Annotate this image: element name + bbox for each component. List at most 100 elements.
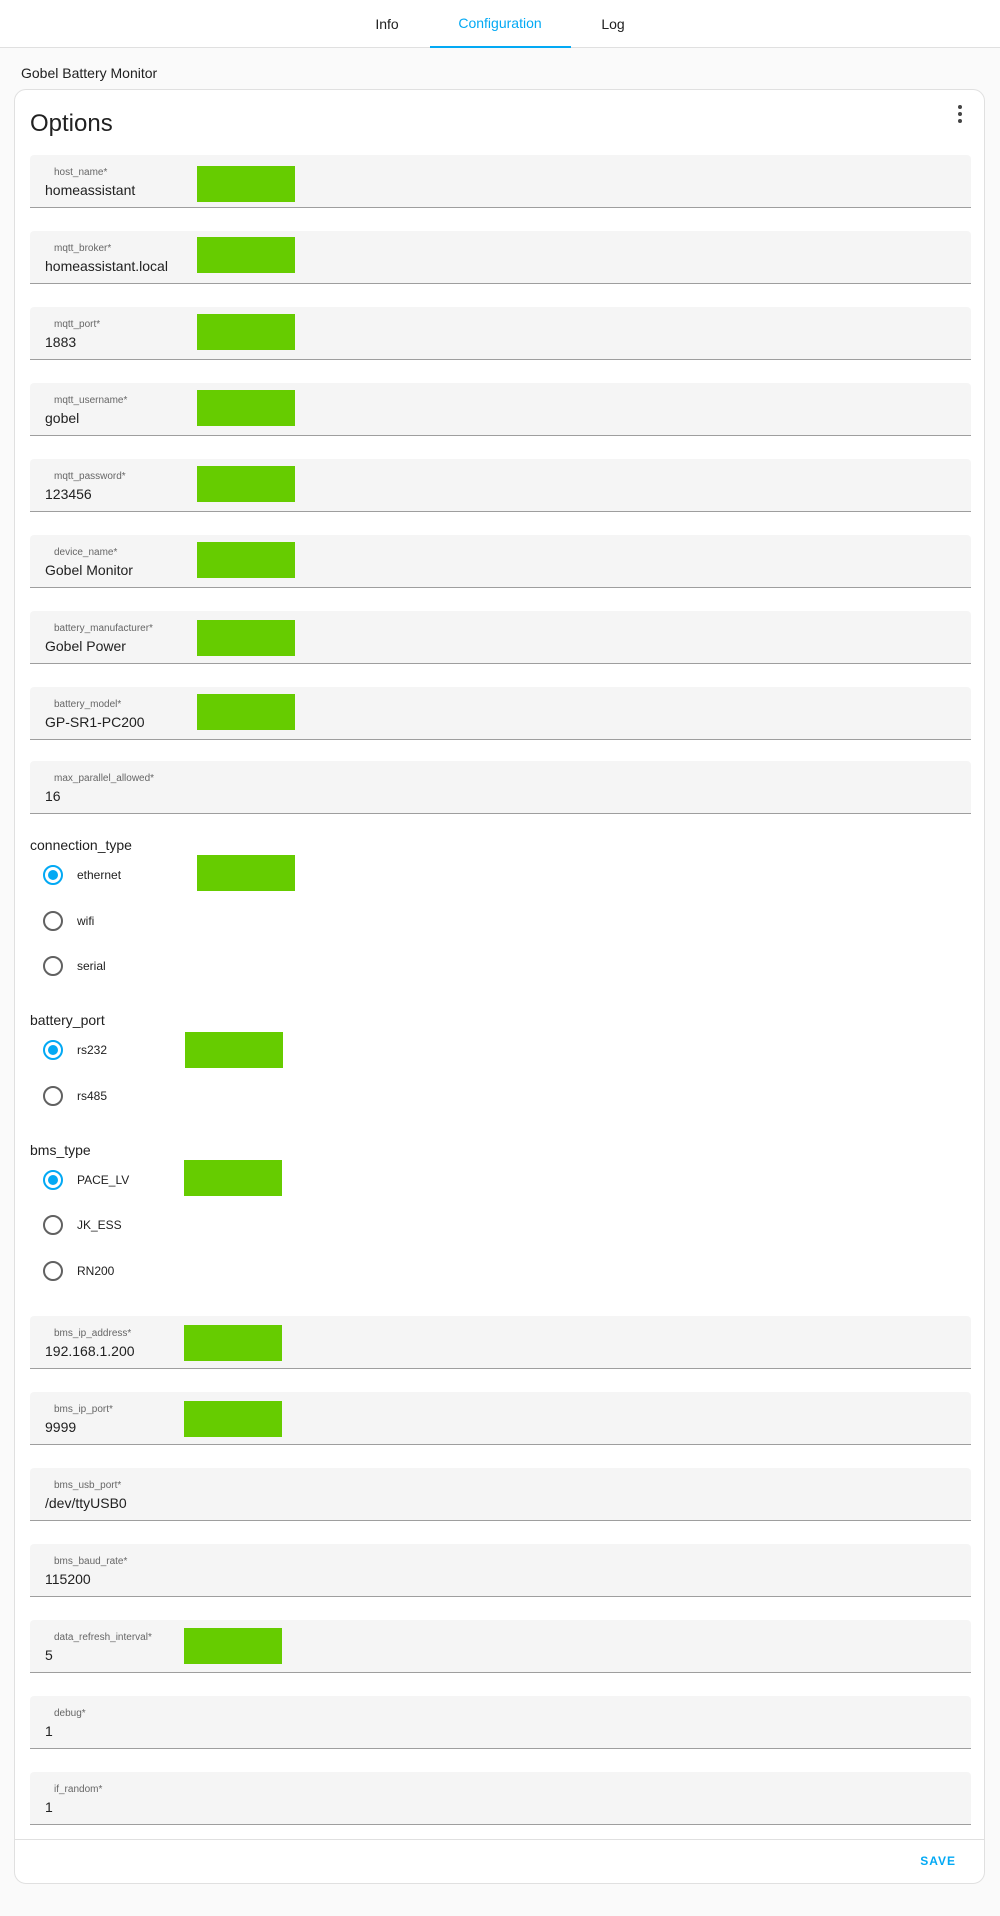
field-value: 115200 [45, 1571, 91, 1587]
field-label: bms_ip_port* [54, 1404, 113, 1415]
bms-ip-address-field[interactable]: bms_ip_address* 192.168.1.200 [30, 1316, 971, 1369]
battery-model-field[interactable]: battery_model* GP-SR1-PC200 [30, 687, 971, 740]
redaction-box [197, 237, 295, 273]
radio-option-jk-ess[interactable]: JK_ESS [43, 1215, 122, 1235]
field-value: 1 [45, 1799, 53, 1815]
mqtt-password-field[interactable]: mqtt_password* 123456 [30, 459, 971, 512]
field-value: homeassistant [45, 182, 136, 198]
tab-configuration[interactable]: Configuration [429, 0, 571, 48]
radio-label: wifi [77, 914, 95, 928]
radio-option-serial[interactable]: serial [43, 956, 106, 976]
field-label: mqtt_password* [54, 471, 126, 482]
redaction-box [197, 855, 295, 891]
redaction-box [184, 1325, 282, 1361]
radio-label: RN200 [77, 1264, 115, 1278]
field-label: host_name* [54, 167, 108, 178]
field-value: 1883 [45, 334, 77, 350]
field-label: data_refresh_interval* [54, 1632, 152, 1643]
redaction-box [197, 166, 295, 202]
radio-option-wifi[interactable]: wifi [43, 911, 94, 931]
radio-option-rs232[interactable]: rs232 [43, 1040, 107, 1060]
battery-manufacturer-field[interactable]: battery_manufacturer* Gobel Power [30, 611, 971, 664]
card-actions: SAVE [15, 1839, 984, 1883]
radio-button[interactable] [43, 1170, 63, 1190]
host-name-field[interactable]: host_name* homeassistant [30, 155, 971, 208]
field-label: mqtt_port* [54, 319, 101, 330]
field-value: homeassistant.local [45, 258, 168, 274]
mqtt-port-field[interactable]: mqtt_port* 1883 [30, 307, 971, 360]
tab-info[interactable]: Info [345, 0, 430, 48]
redaction-box [184, 1401, 282, 1437]
menu-dot [958, 119, 962, 123]
radio-button[interactable] [43, 1261, 63, 1281]
radio-label: rs232 [77, 1043, 108, 1057]
redaction-box [197, 390, 295, 426]
radio-option-pace-lv[interactable]: PACE_LV [43, 1170, 129, 1190]
device-name-field[interactable]: device_name* Gobel Monitor [30, 535, 971, 588]
field-label: mqtt_broker* [54, 243, 112, 254]
radio-button[interactable] [43, 1086, 63, 1106]
radio-option-rn200[interactable]: RN200 [43, 1261, 114, 1281]
field-value: 123456 [45, 486, 92, 502]
radio-option-ethernet[interactable]: ethernet [43, 865, 121, 885]
radio-label: rs485 [77, 1089, 108, 1103]
options-card: Options host_name* homeassistant mqtt_br… [14, 89, 985, 1884]
bms-ip-port-field[interactable]: bms_ip_port* 9999 [30, 1392, 971, 1445]
debug-field[interactable]: debug* 1 [30, 1696, 971, 1749]
field-label: if_random* [54, 1784, 103, 1795]
tab-log[interactable]: Log [571, 0, 656, 48]
battery-port-title: battery_port [30, 1012, 105, 1028]
radio-label: ethernet [77, 868, 122, 882]
field-value: gobel [45, 410, 80, 426]
field-value: /dev/ttyUSB0 [45, 1495, 127, 1511]
menu-dot [958, 105, 962, 109]
radio-button[interactable] [43, 911, 63, 931]
redaction-box [197, 314, 295, 350]
redaction-box [197, 694, 295, 730]
redaction-box [184, 1628, 282, 1664]
if-random-field[interactable]: if_random* 1 [30, 1772, 971, 1825]
field-value: 16 [45, 788, 61, 804]
radio-label: serial [77, 959, 106, 973]
radio-label: JK_ESS [77, 1218, 122, 1232]
field-label: device_name* [54, 547, 118, 558]
redaction-box [197, 620, 295, 656]
radio-label: PACE_LV [77, 1173, 130, 1187]
redaction-box [197, 542, 295, 578]
radio-button[interactable] [43, 1215, 63, 1235]
menu-dot [958, 112, 962, 116]
field-label: bms_ip_address* [54, 1328, 132, 1339]
radio-option-rs485[interactable]: rs485 [43, 1086, 107, 1106]
radio-button[interactable] [43, 865, 63, 885]
field-value: Gobel Power [45, 638, 126, 654]
field-label: battery_model* [54, 699, 122, 710]
card-title: Options [30, 110, 113, 137]
field-label: bms_baud_rate* [54, 1556, 128, 1567]
field-label: mqtt_username* [54, 395, 128, 406]
field-label: battery_manufacturer* [54, 623, 153, 634]
field-value: 1 [45, 1723, 53, 1739]
redaction-box [185, 1032, 283, 1068]
addon-title: Gobel Battery Monitor [21, 65, 158, 81]
field-value: Gobel Monitor [45, 562, 133, 578]
max-parallel-allowed-field[interactable]: max_parallel_allowed* 16 [30, 761, 971, 814]
data-refresh-interval-field[interactable]: data_refresh_interval* 5 [30, 1620, 971, 1673]
field-value: 9999 [45, 1419, 77, 1435]
bms-type-title: bms_type [30, 1142, 91, 1158]
radio-button[interactable] [43, 1040, 63, 1060]
mqtt-username-field[interactable]: mqtt_username* gobel [30, 383, 971, 436]
field-value: GP-SR1-PC200 [45, 714, 145, 730]
bms-usb-port-field[interactable]: bms_usb_port* /dev/ttyUSB0 [30, 1468, 971, 1521]
tab-bar: Info Configuration Log [345, 0, 656, 48]
redaction-box [184, 1160, 282, 1196]
radio-button[interactable] [43, 956, 63, 976]
more-options-menu-icon[interactable] [948, 102, 972, 126]
top-navigation-bar: Info Configuration Log [0, 0, 1000, 48]
redaction-box [197, 466, 295, 502]
field-label: bms_usb_port* [54, 1480, 122, 1491]
field-value: 5 [45, 1647, 53, 1663]
mqtt-broker-field[interactable]: mqtt_broker* homeassistant.local [30, 231, 971, 284]
bms-baud-rate-field[interactable]: bms_baud_rate* 115200 [30, 1544, 971, 1597]
save-button[interactable]: SAVE [920, 1854, 956, 1868]
field-label: max_parallel_allowed* [54, 773, 155, 784]
